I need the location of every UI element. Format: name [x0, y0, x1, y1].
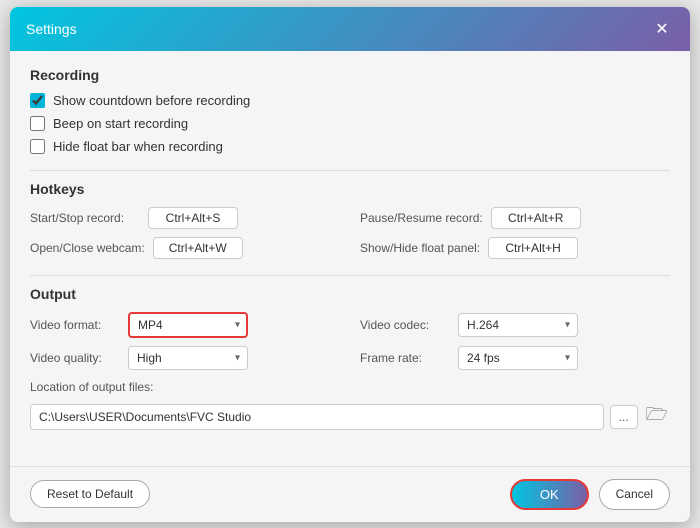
checkbox-row-hide-float: Hide float bar when recording	[30, 139, 670, 154]
start-stop-label: Start/Stop record:	[30, 211, 140, 225]
location-input[interactable]	[30, 404, 604, 430]
webcam-label: Open/Close webcam:	[30, 241, 145, 255]
settings-dialog: Settings ✕ Recording Show countdown befo…	[10, 7, 690, 522]
dialog-content: Recording Show countdown before recordin…	[10, 51, 690, 466]
output-section: Output Video format: MP4 AVI MOV WMV FLV…	[30, 286, 670, 434]
bottom-bar: Reset to Default OK Cancel	[10, 466, 690, 522]
frame-rate-row: Frame rate: 24 fps 30 fps 60 fps ▾	[360, 346, 670, 370]
video-codec-select[interactable]: H.264 H.265 MPEG-4	[458, 313, 578, 337]
close-button[interactable]: ✕	[650, 17, 674, 41]
video-quality-select[interactable]: High Medium Low	[128, 346, 248, 370]
video-codec-label: Video codec:	[360, 318, 450, 332]
countdown-checkbox[interactable]	[30, 93, 45, 108]
reset-button[interactable]: Reset to Default	[30, 480, 150, 508]
video-format-row: Video format: MP4 AVI MOV WMV FLV ▾	[30, 312, 340, 338]
start-stop-input[interactable]	[148, 207, 238, 229]
video-quality-row: Video quality: High Medium Low ▾	[30, 346, 340, 370]
dialog-title: Settings	[26, 21, 77, 37]
video-codec-select-wrapper: H.264 H.265 MPEG-4 ▾	[458, 313, 578, 337]
ok-button[interactable]: OK	[510, 479, 589, 510]
hotkeys-grid: Start/Stop record: Pause/Resume record: …	[30, 207, 670, 259]
video-format-select[interactable]: MP4 AVI MOV WMV FLV	[128, 312, 248, 338]
hotkey-row-float-panel: Show/Hide float panel:	[360, 237, 670, 259]
frame-rate-label: Frame rate:	[360, 351, 450, 365]
title-bar: Settings ✕	[10, 7, 690, 51]
pause-resume-input[interactable]	[491, 207, 581, 229]
recording-section: Recording Show countdown before recordin…	[30, 67, 670, 154]
hotkey-row-start-stop: Start/Stop record:	[30, 207, 340, 229]
hotkey-row-webcam: Open/Close webcam:	[30, 237, 340, 259]
float-panel-input[interactable]	[488, 237, 578, 259]
video-format-label: Video format:	[30, 318, 120, 332]
location-label: Location of output files:	[30, 380, 670, 394]
video-quality-select-wrapper: High Medium Low ▾	[128, 346, 248, 370]
float-panel-label: Show/Hide float panel:	[360, 241, 480, 255]
hotkeys-section: Hotkeys Start/Stop record: Pause/Resume …	[30, 181, 670, 259]
divider-2	[30, 275, 670, 276]
recording-title: Recording	[30, 67, 670, 83]
hotkey-row-pause-resume: Pause/Resume record:	[360, 207, 670, 229]
hide-float-label: Hide float bar when recording	[53, 139, 223, 154]
location-row: ... 🗁	[30, 400, 670, 434]
webcam-input[interactable]	[153, 237, 243, 259]
hide-float-checkbox[interactable]	[30, 139, 45, 154]
cancel-button[interactable]: Cancel	[599, 479, 670, 510]
checkbox-row-beep: Beep on start recording	[30, 116, 670, 131]
folder-icon-button[interactable]: 🗁	[644, 400, 670, 434]
checkbox-row-countdown: Show countdown before recording	[30, 93, 670, 108]
output-title: Output	[30, 286, 670, 302]
browse-button[interactable]: ...	[610, 405, 638, 429]
pause-resume-label: Pause/Resume record:	[360, 211, 483, 225]
hotkeys-title: Hotkeys	[30, 181, 670, 197]
video-quality-label: Video quality:	[30, 351, 120, 365]
right-buttons: OK Cancel	[510, 479, 670, 510]
video-codec-row: Video codec: H.264 H.265 MPEG-4 ▾	[360, 312, 670, 338]
frame-rate-select[interactable]: 24 fps 30 fps 60 fps	[458, 346, 578, 370]
beep-label: Beep on start recording	[53, 116, 188, 131]
frame-rate-select-wrapper: 24 fps 30 fps 60 fps ▾	[458, 346, 578, 370]
beep-checkbox[interactable]	[30, 116, 45, 131]
output-grid: Video format: MP4 AVI MOV WMV FLV ▾ Vide…	[30, 312, 670, 370]
countdown-label: Show countdown before recording	[53, 93, 250, 108]
divider-1	[30, 170, 670, 171]
video-format-select-wrapper: MP4 AVI MOV WMV FLV ▾	[128, 312, 248, 338]
